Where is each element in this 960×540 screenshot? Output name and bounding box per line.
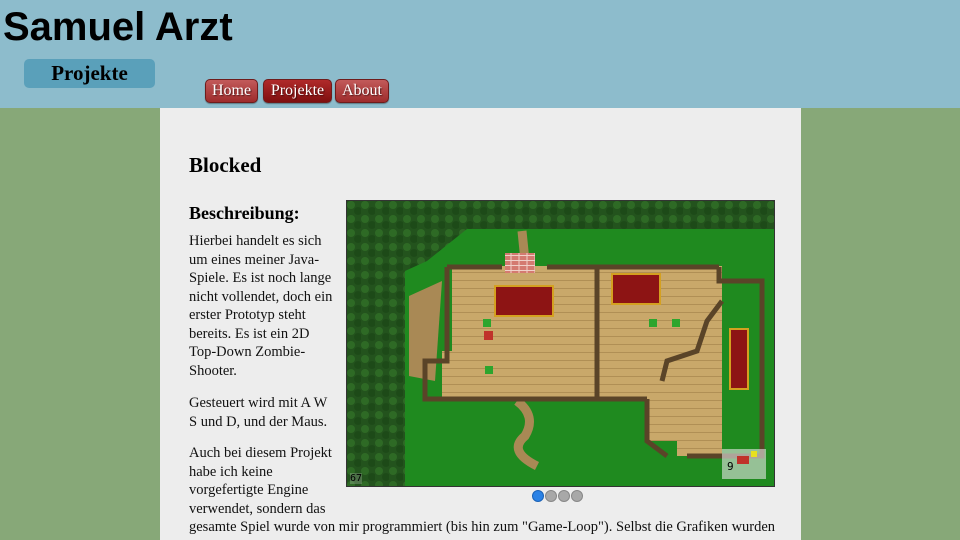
game-screenshot[interactable]: 67 9 (346, 200, 775, 487)
ammo-counter: 9 (727, 460, 734, 473)
slider-dot[interactable] (558, 490, 570, 502)
slider-dot[interactable] (532, 490, 544, 502)
description-heading: Beschreibung: (189, 203, 300, 223)
game-map-image (347, 201, 774, 486)
engine-paragraph-continued: gesamte Spiel wurde von mir programmiert… (189, 519, 776, 535)
engine-paragraph: Auch bei diesem Projekt habe ich keine v… (189, 445, 332, 517)
content-panel: Blocked Beschreibung: Hierbei handelt es… (160, 108, 801, 540)
slider-dot[interactable] (545, 490, 557, 502)
slider-dot[interactable] (571, 490, 583, 502)
fps-counter: 67 (350, 473, 363, 484)
nav-about-button[interactable]: About (335, 79, 389, 103)
site-title: Samuel Arzt (3, 5, 233, 49)
nav-home-button[interactable]: Home (205, 79, 258, 103)
section-badge: Projekte (24, 59, 155, 88)
description-paragraph: Hierbei handelt es sich um eines meiner … (189, 233, 333, 379)
site-header: Samuel Arzt Projekte Home Projekte About (0, 0, 960, 108)
project-title: Blocked (189, 153, 262, 177)
nav-projekte-button[interactable]: Projekte (263, 79, 332, 103)
controls-paragraph: Gesteuert wird mit A W S und D, und der … (189, 395, 328, 430)
